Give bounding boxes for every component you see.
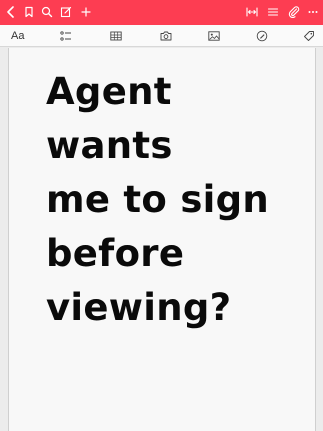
resize-icon[interactable] (244, 4, 260, 20)
note-line: wants (46, 124, 173, 167)
tag-icon[interactable] (303, 28, 315, 44)
camera-icon[interactable] (160, 28, 172, 44)
checklist-icon[interactable] (60, 28, 72, 44)
sketch-icon[interactable] (256, 28, 268, 44)
text-style-label: Aa (11, 30, 25, 42)
attachment-icon[interactable] (286, 4, 302, 20)
compose-icon[interactable] (58, 4, 74, 20)
back-icon[interactable] (3, 4, 19, 20)
note-line: viewing? (46, 286, 232, 329)
more-icon[interactable] (305, 4, 321, 20)
add-icon[interactable] (78, 4, 94, 20)
bookmark-icon[interactable] (21, 4, 37, 20)
search-icon[interactable] (39, 4, 55, 20)
image-icon[interactable] (208, 28, 220, 44)
list-icon[interactable] (265, 4, 281, 20)
note-line: before (46, 232, 185, 275)
note-line: Agent (46, 70, 172, 113)
note-page[interactable]: Agent wants me to sign before viewing? (8, 48, 316, 431)
top-bar (0, 0, 323, 25)
table-icon[interactable] (110, 28, 122, 44)
format-toolbar: Aa (0, 25, 323, 47)
note-line: me to sign (46, 178, 270, 221)
note-body[interactable]: Agent wants me to sign before viewing? (46, 65, 306, 335)
text-style-button[interactable]: Aa (11, 28, 24, 44)
